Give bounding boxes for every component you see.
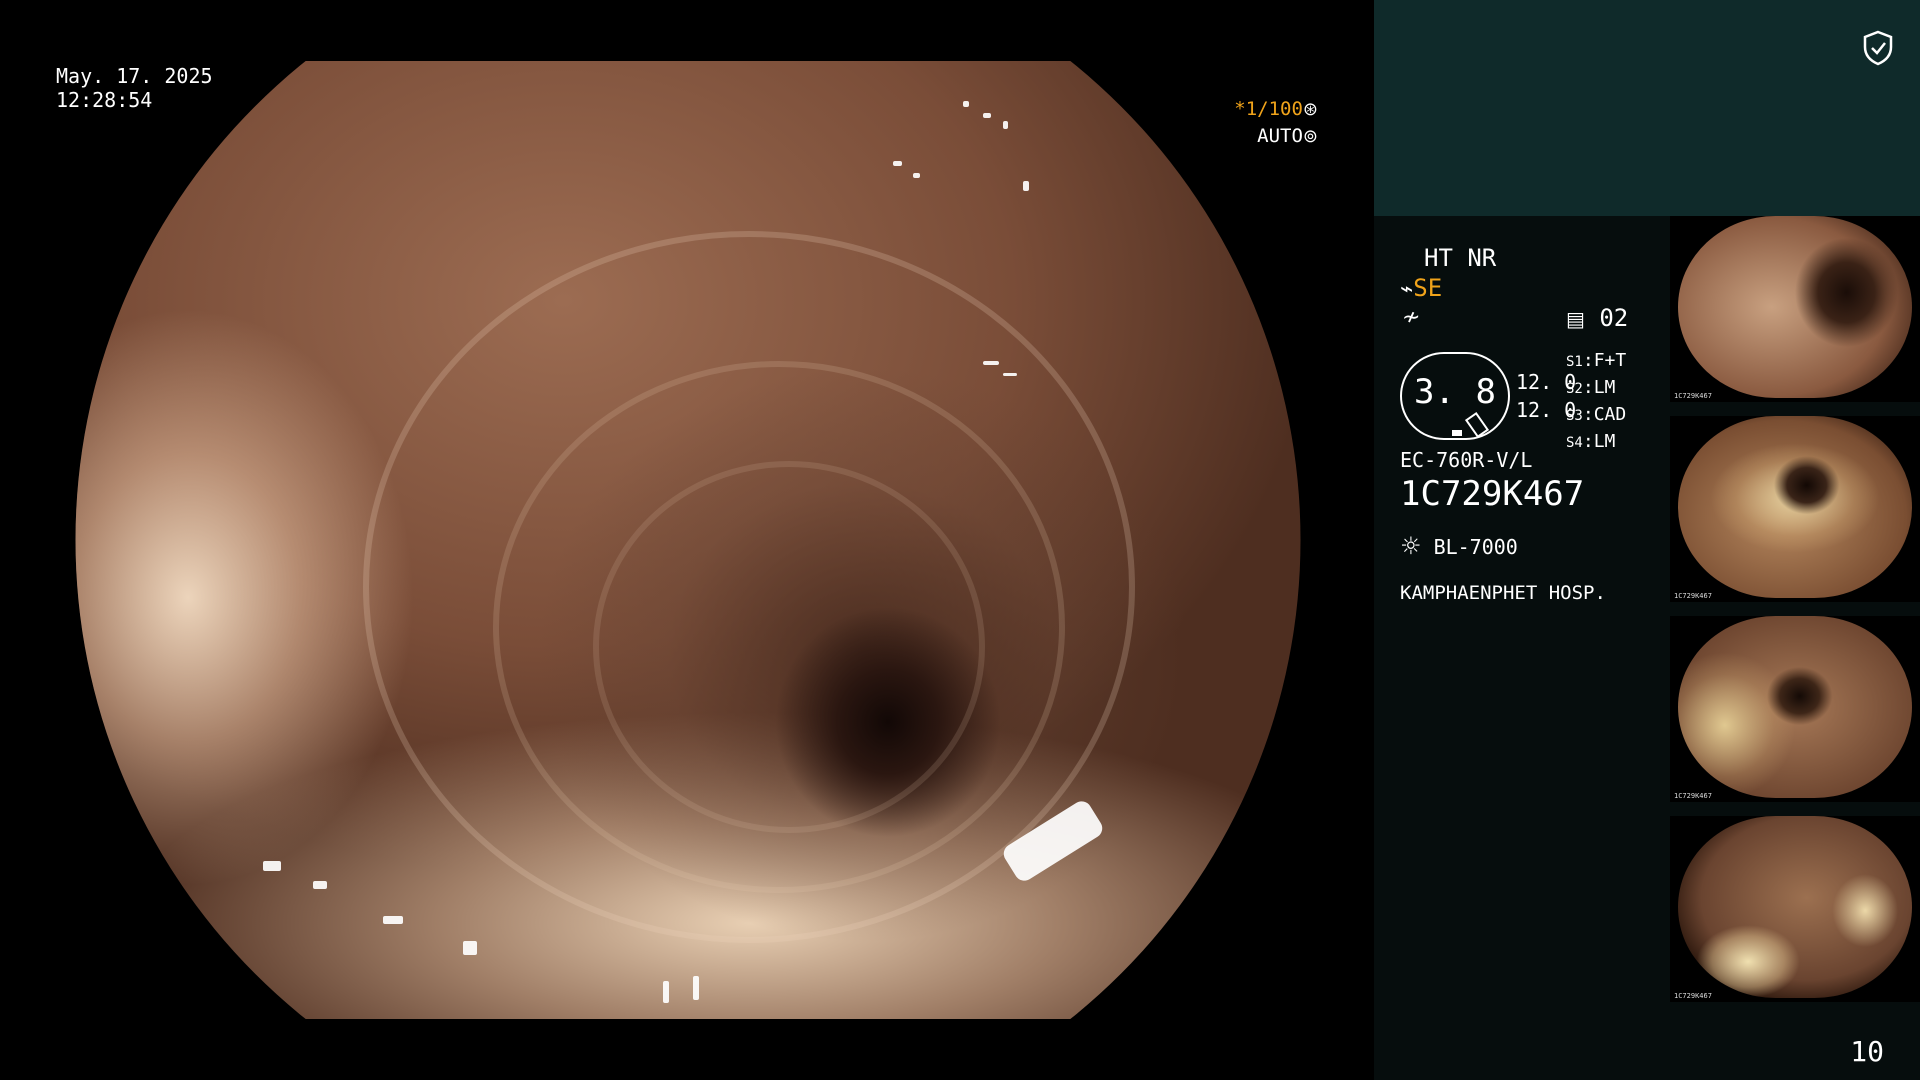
enhance-row: ⌁SE [1400,274,1442,303]
panel-header [1374,0,1920,216]
date-text: May. 17. 2025 [56,64,213,88]
iris-icon: ⊚ [1302,125,1318,147]
channel-row: ▤ 02 [1566,304,1628,333]
switch-list: S1:F+T S2:LM S3:CAD S4:LM [1566,348,1626,456]
aperture-icon: ⊛ [1302,99,1318,120]
switch-row: S4:LM [1566,431,1616,452]
structure-enhance-icon: ⌁ [1400,277,1414,302]
image-counter: 10 [1850,1035,1884,1068]
exposure-info: *1/100⊛ AUTO⊚ [1234,98,1318,148]
switch-row: S2:LM [1566,377,1616,398]
thumbnail-caption: 1C729K467 [1674,392,1712,400]
enhance-text: SE [1413,274,1443,302]
ring-value: 3. 8 [1414,372,1496,412]
scope-model: EC-760R-V/L [1400,448,1533,472]
date-time-overlay: May. 17. 2025 12:28:54 [56,64,213,112]
thumbnail[interactable]: 1C729K467 [1670,816,1920,1002]
endoscope-live-view [75,61,1301,1019]
mode-line: HT NR [1424,244,1497,272]
light-source-row: ☼ BL-7000 [1400,532,1518,561]
light-source-text: BL-7000 [1433,535,1518,559]
ring-marker [1452,430,1462,436]
channel-icon: ▤ [1566,307,1585,331]
time-text: 12:28:54 [56,88,153,112]
ring-tab [1464,411,1490,439]
sun-icon: ☼ [1400,532,1422,560]
thumbnail[interactable]: 1C729K467 [1670,216,1920,402]
shield-check-icon [1863,30,1893,66]
thumbnail[interactable]: 1C729K467 [1670,416,1920,602]
thumbnail-caption: 1C729K467 [1674,592,1712,600]
switch-row: S1:F+T [1566,350,1627,371]
scope-serial: 1C729K467 [1400,474,1585,514]
thumbnail-caption: 1C729K467 [1674,792,1712,800]
color-mode-icon: ≁ [1402,305,1421,330]
hospital-name: KAMPHAENPHET HOSP. [1400,582,1606,604]
channel-text: 02 [1599,304,1629,332]
brightness-ring: 3. 8 [1400,352,1510,440]
thumbnail-caption: 1C729K467 [1674,992,1712,1000]
thumbnail[interactable]: 1C729K467 [1670,616,1920,802]
switch-row: S3:CAD [1566,404,1627,425]
iris-text: AUTO [1257,124,1303,147]
shutter-text: *1/100 [1234,98,1303,120]
